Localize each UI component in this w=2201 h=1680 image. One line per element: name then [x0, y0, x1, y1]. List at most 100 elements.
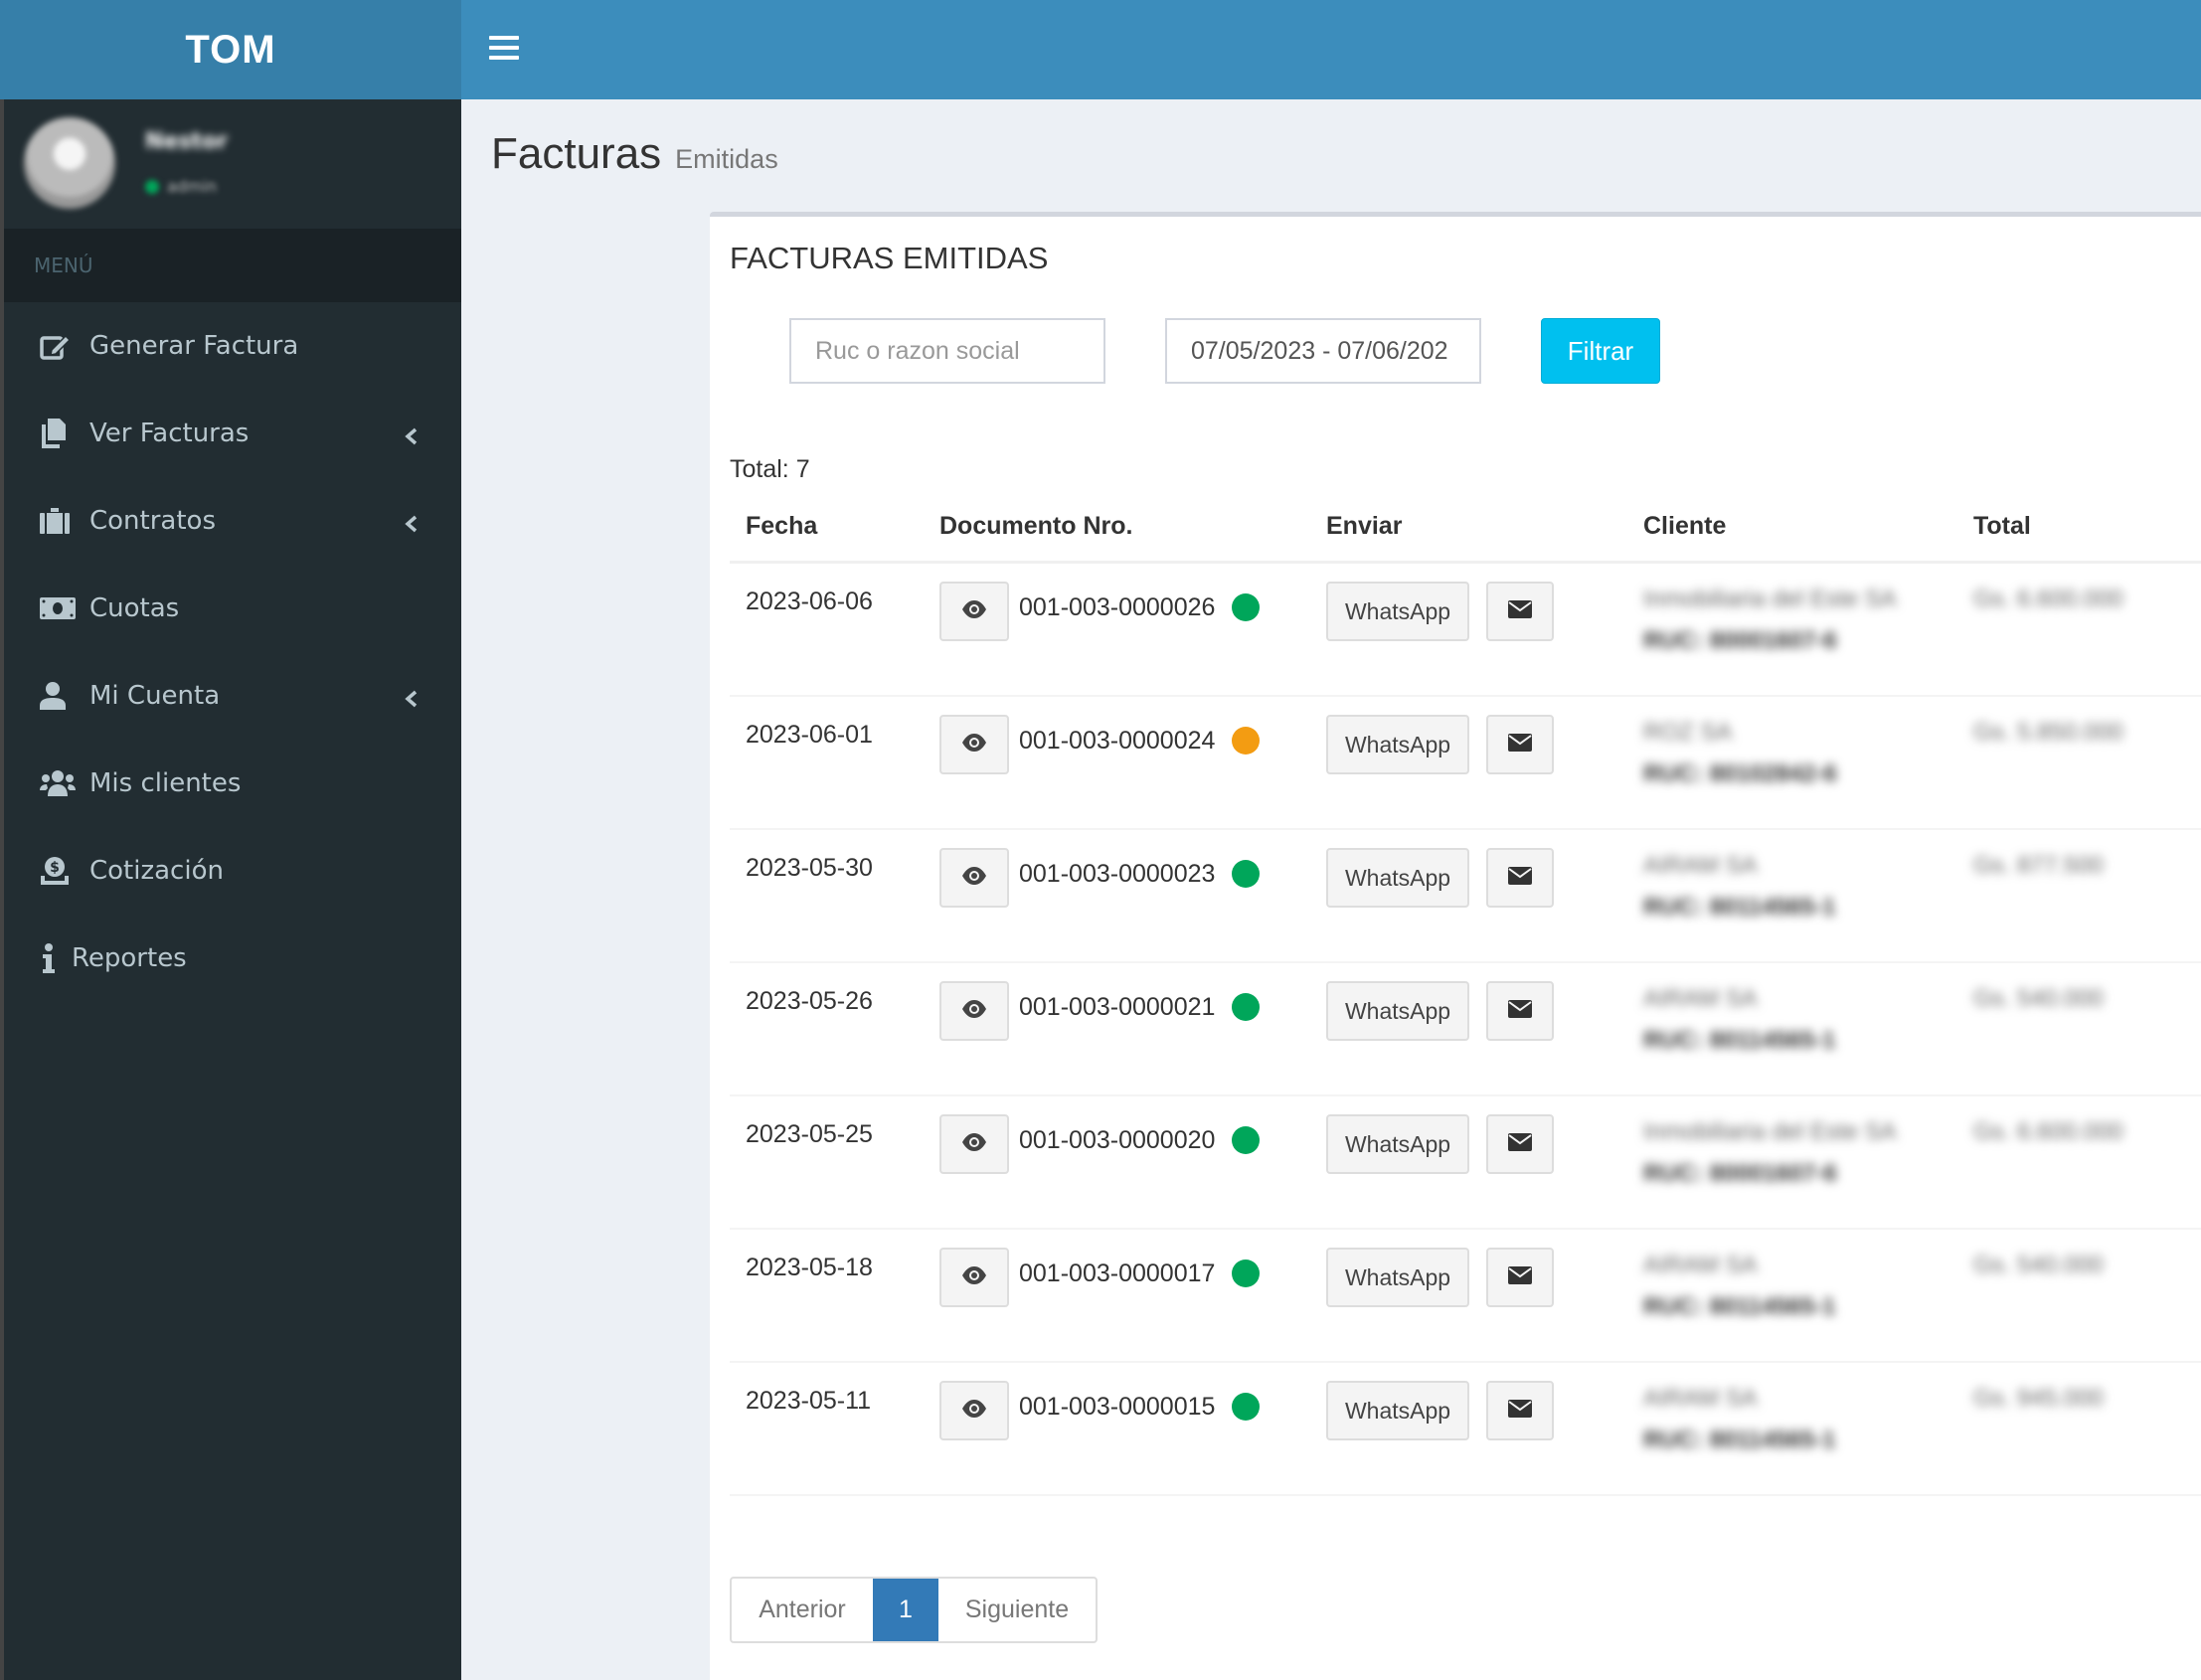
hamburger-icon[interactable]: [489, 36, 519, 62]
search-input[interactable]: [789, 318, 1105, 384]
view-invoice-button[interactable]: [939, 1248, 1009, 1307]
envelope-icon: [1508, 1400, 1532, 1422]
invoices-box: FACTURAS EMITIDAS Filtrar Total: 7 Fecha…: [710, 212, 2201, 1680]
donate-icon: $: [40, 856, 76, 886]
sidebar-item-mi-cuenta[interactable]: Mi Cuenta: [4, 652, 461, 740]
sidebar-item-generar-factura[interactable]: Generar Factura: [4, 302, 461, 390]
files-icon: [40, 419, 76, 448]
document-number: 001-003-0000021: [1019, 993, 1216, 1021]
email-send-button[interactable]: [1486, 1248, 1554, 1307]
table-row: 2023-05-18 001-003-0000017 WhatsApp AIRA…: [730, 1230, 2201, 1363]
table-row: 2023-06-01 001-003-0000024 WhatsApp ROZ …: [730, 697, 2201, 830]
email-send-button[interactable]: [1486, 848, 1554, 908]
sidebar-item-reportes[interactable]: Reportes: [4, 915, 461, 1002]
sidebar: Nestor admin MENÚ Generar Factura Ver Fa…: [0, 99, 461, 1680]
date-range-input[interactable]: [1165, 318, 1481, 384]
pagination-previous[interactable]: Anterior: [732, 1579, 873, 1641]
top-navbar: [461, 0, 2201, 99]
envelope-icon: [1508, 734, 1532, 756]
edit-icon: [40, 331, 76, 361]
document-number: 001-003-0000020: [1019, 1126, 1216, 1154]
client-name: ROZ SA: [1643, 719, 1733, 746]
eye-icon: [961, 1000, 987, 1022]
status-indicator: [1232, 993, 1260, 1021]
table-row: 2023-05-30 001-003-0000023 WhatsApp AIRA…: [730, 830, 2201, 963]
table-header: Fecha Documento Nro. Enviar Cliente Tota…: [730, 500, 2201, 564]
filter-button[interactable]: Filtrar: [1541, 318, 1660, 384]
invoice-date: 2023-05-25: [746, 1120, 873, 1148]
chevron-left-icon: [402, 423, 422, 445]
table-row: 2023-05-11 001-003-0000015 WhatsApp AIRA…: [730, 1363, 2201, 1496]
document-number: 001-003-0000023: [1019, 860, 1216, 888]
invoice-date: 2023-05-26: [746, 987, 873, 1015]
users-icon: [40, 768, 76, 798]
box-title: FACTURAS EMITIDAS: [730, 241, 1049, 275]
eye-icon: [961, 734, 987, 756]
client-info: AIRAM SA RUC: 80114565-1: [1643, 985, 1835, 1055]
whatsapp-send-button[interactable]: WhatsApp: [1326, 981, 1469, 1041]
invoice-date: 2023-05-18: [746, 1254, 873, 1281]
sidebar-item-cotizacion[interactable]: $ Cotización: [4, 827, 461, 915]
email-send-button[interactable]: [1486, 715, 1554, 774]
column-header-enviar: Enviar: [1326, 512, 1403, 540]
email-send-button[interactable]: [1486, 981, 1554, 1041]
info-icon: [42, 943, 64, 973]
envelope-icon: [1508, 1266, 1532, 1288]
chevron-left-icon: [402, 511, 422, 533]
invoice-total: Gs. 945.000: [1973, 1385, 2104, 1412]
column-header-fecha: Fecha: [746, 512, 818, 540]
briefcase-icon: [40, 506, 76, 536]
app-logo[interactable]: TOM: [0, 0, 461, 99]
view-invoice-button[interactable]: [939, 1114, 1009, 1174]
client-ruc: RUC: 80102842-6: [1643, 760, 1837, 787]
envelope-icon: [1508, 1133, 1532, 1155]
envelope-icon: [1508, 1000, 1532, 1022]
user-status: admin: [145, 177, 217, 196]
whatsapp-send-button[interactable]: WhatsApp: [1326, 1381, 1469, 1440]
view-invoice-button[interactable]: [939, 582, 1009, 641]
document-number: 001-003-0000017: [1019, 1260, 1216, 1287]
client-name: Inmobiliaria del Este SA: [1643, 1118, 1897, 1145]
page-title-text: Facturas: [491, 129, 662, 178]
view-invoice-button[interactable]: [939, 715, 1009, 774]
document-number: 001-003-0000024: [1019, 727, 1216, 755]
table-row: 2023-05-25 001-003-0000020 WhatsApp Inmo…: [730, 1096, 2201, 1230]
invoice-total: Gs. 540.000: [1973, 1252, 2104, 1278]
whatsapp-send-button[interactable]: WhatsApp: [1326, 848, 1469, 908]
client-name: AIRAM SA: [1643, 1252, 1758, 1278]
client-info: AIRAM SA RUC: 80114565-1: [1643, 1252, 1835, 1321]
email-send-button[interactable]: [1486, 1114, 1554, 1174]
whatsapp-send-button[interactable]: WhatsApp: [1326, 1114, 1469, 1174]
invoice-total: Gs. 540.000: [1973, 985, 2104, 1012]
whatsapp-send-button[interactable]: WhatsApp: [1326, 582, 1469, 641]
sidebar-item-cuotas[interactable]: Cuotas: [4, 565, 461, 652]
sidebar-item-label: Mis clientes: [89, 768, 242, 798]
email-send-button[interactable]: [1486, 582, 1554, 641]
online-status-icon: [145, 179, 159, 194]
view-invoice-button[interactable]: [939, 1381, 1009, 1440]
client-ruc: RUC: 80114565-1: [1643, 1427, 1836, 1453]
client-name: Inmobiliaria del Este SA: [1643, 586, 1897, 612]
pagination-next[interactable]: Siguiente: [938, 1579, 1096, 1641]
whatsapp-send-button[interactable]: WhatsApp: [1326, 1248, 1469, 1307]
eye-icon: [961, 1133, 987, 1155]
sidebar-item-contratos[interactable]: Contratos: [4, 477, 461, 565]
total-count: Total: 7: [730, 455, 810, 483]
invoice-total: Gs. 6.600.000: [1973, 586, 2123, 612]
money-bill-icon: [40, 593, 76, 623]
column-header-documento: Documento Nro.: [939, 512, 1133, 540]
column-header-total: Total: [1973, 512, 2031, 540]
email-send-button[interactable]: [1486, 1381, 1554, 1440]
client-info: AIRAM SA RUC: 80114565-1: [1643, 852, 1835, 922]
whatsapp-send-button[interactable]: WhatsApp: [1326, 715, 1469, 774]
view-invoice-button[interactable]: [939, 848, 1009, 908]
sidebar-item-ver-facturas[interactable]: Ver Facturas: [4, 390, 461, 477]
status-indicator: [1232, 860, 1260, 888]
pagination-page-current[interactable]: 1: [873, 1579, 938, 1641]
user-panel: Nestor admin: [4, 99, 461, 229]
sidebar-item-mis-clientes[interactable]: Mis clientes: [4, 740, 461, 827]
view-invoice-button[interactable]: [939, 981, 1009, 1041]
column-header-cliente: Cliente: [1643, 512, 1727, 540]
sidebar-item-label: Contratos: [89, 506, 217, 536]
pagination: Anterior 1 Siguiente: [730, 1577, 1098, 1643]
